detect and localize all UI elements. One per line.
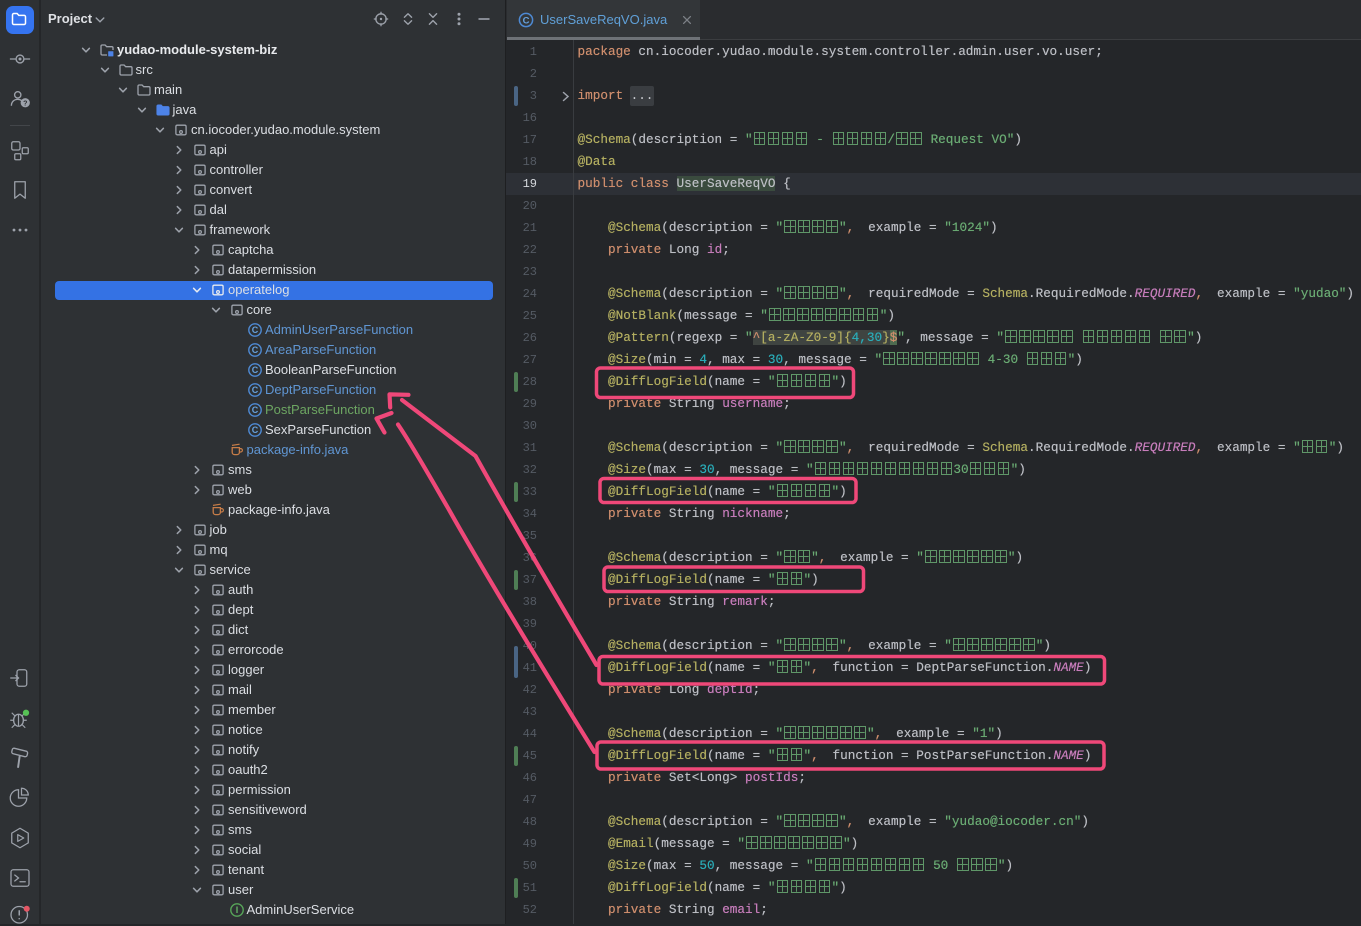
svg-text:C: C: [252, 425, 259, 435]
svg-text:C: C: [252, 365, 259, 375]
svg-text:C: C: [252, 345, 259, 355]
svg-text:C: C: [252, 325, 259, 335]
svg-text:I: I: [235, 905, 238, 915]
svg-text:C: C: [252, 385, 259, 395]
svg-text:C: C: [523, 15, 530, 26]
svg-text:?: ?: [23, 99, 27, 107]
svg-text:C: C: [252, 405, 259, 415]
